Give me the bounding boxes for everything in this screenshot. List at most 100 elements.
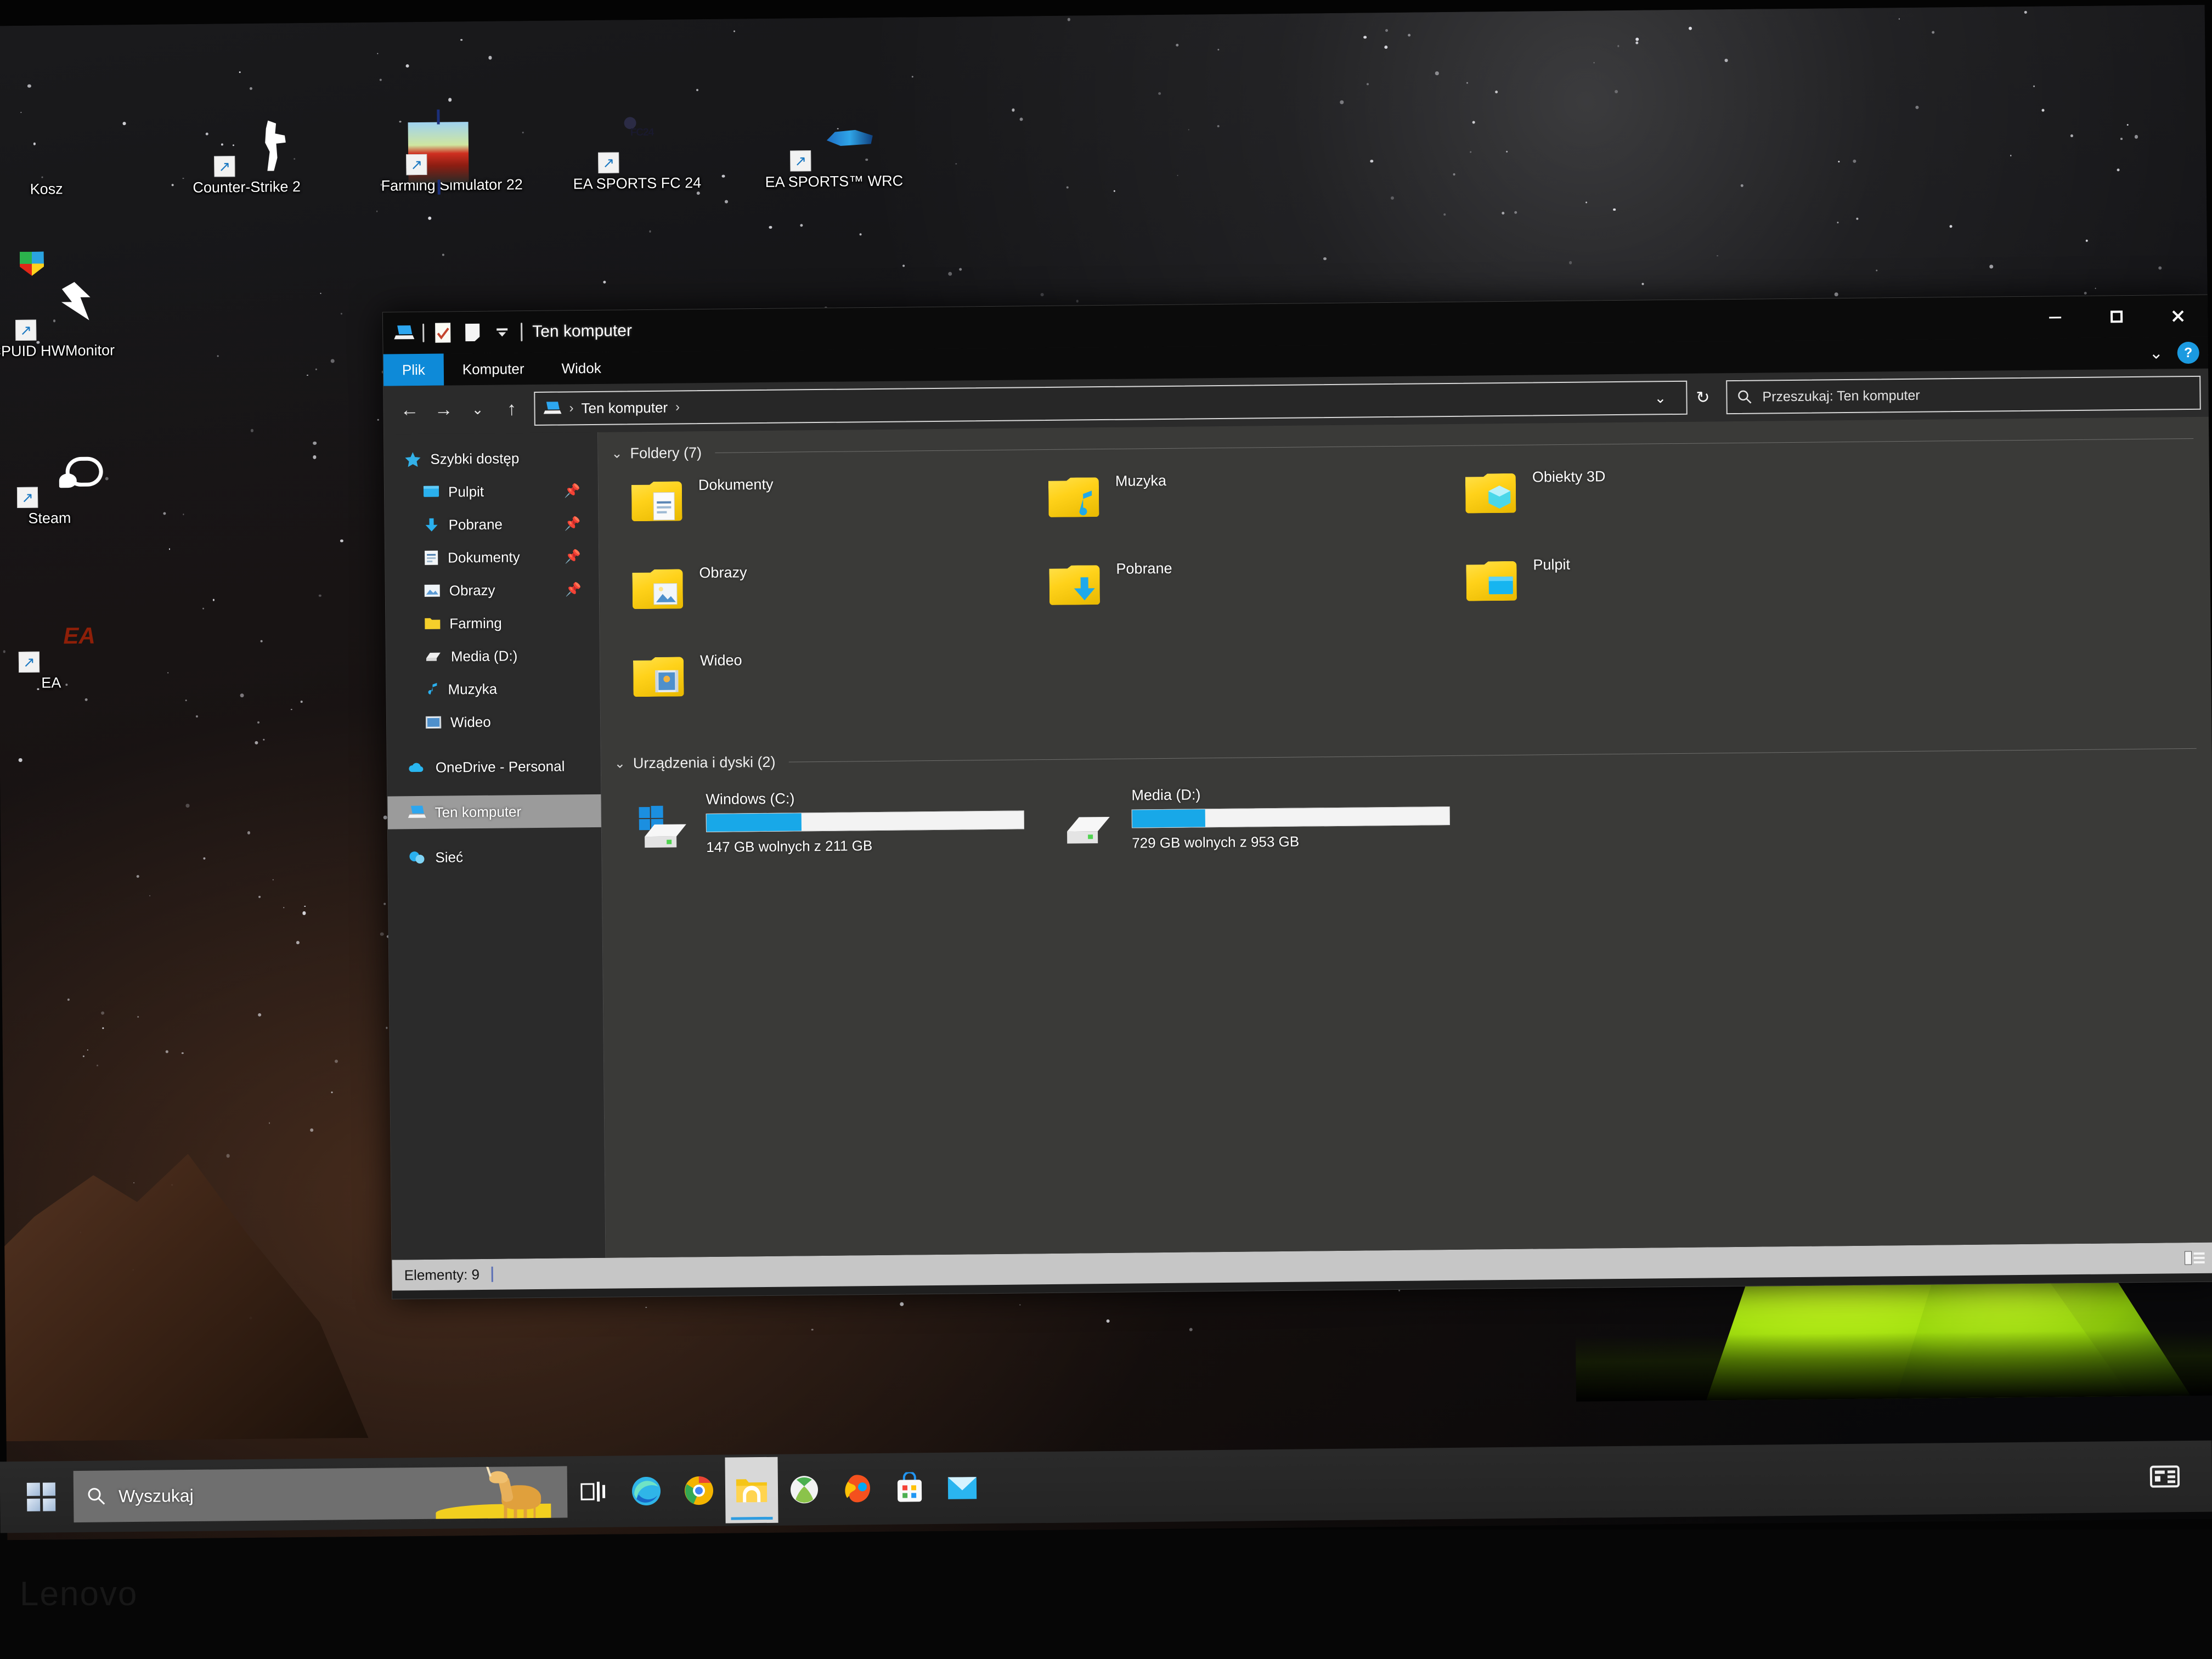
shortcut-arrow-icon: ↗ (16, 487, 38, 509)
downloads-folder-icon (1049, 563, 1102, 610)
laptop-bezel (0, 1530, 2212, 1659)
folder-tile-obiekty-3d[interactable]: Obiekty 3D (1465, 464, 1883, 556)
desktop-icon-recycle-bin[interactable]: Kosz (0, 115, 104, 198)
tab-plik[interactable]: Plik (383, 353, 444, 386)
navpane-item-siec[interactable]: Sieć (388, 839, 602, 874)
pin-icon[interactable]: 📌 (565, 582, 582, 597)
windows-logo-icon (26, 1482, 56, 1511)
properties-icon[interactable] (432, 321, 454, 343)
navpane-item-quick-access[interactable]: Szybki dostęp (384, 441, 598, 476)
forward-button[interactable]: → (426, 392, 461, 427)
taskbar-app-xbox[interactable] (777, 1457, 831, 1523)
desktop-icon (423, 485, 439, 499)
address-bar[interactable]: › Ten komputer › ⌄ (534, 380, 1688, 426)
folder-tile-label: Pulpit (1533, 556, 1571, 573)
pin-icon[interactable]: 📌 (564, 483, 580, 499)
folder-tile-label: Obiekty 3D (1532, 468, 1606, 486)
documents-folder-icon (631, 479, 685, 526)
chevron-down-icon[interactable]: ⌄ (614, 755, 625, 771)
drive-usage-fill (1132, 809, 1205, 828)
navpane-item-farming[interactable]: Farming (386, 606, 600, 641)
navpane-item-label: Pulpit (448, 483, 484, 500)
desktop-icon-ea-app[interactable]: EA ↗ EA (0, 609, 109, 692)
ea-app-icon: EA ↗ (18, 610, 95, 673)
navpane-item-label: Wideo (450, 713, 491, 730)
navpane-item-media-d[interactable]: Media (D:) (386, 639, 600, 674)
desktop-icon-farming-simulator-22[interactable]: ↗ Farming Simulator 22 (380, 109, 523, 195)
taskbar-app-file-explorer[interactable] (725, 1457, 778, 1523)
new-folder-icon[interactable] (461, 321, 483, 343)
group-divider (788, 748, 2197, 763)
downloads-icon (423, 517, 439, 533)
navpane-item-dokumenty[interactable]: Dokumenty 📌 (385, 540, 599, 575)
drive-tile-windows-c[interactable]: Windows (C:) 147 GB wolnych z 211 GB (634, 788, 1024, 856)
customize-chevron-icon[interactable] (491, 321, 513, 343)
taskbar-app-google-chrome[interactable] (672, 1458, 725, 1524)
shortcut-arrow-icon: ↗ (18, 651, 40, 673)
navpane-item-label: Media (D:) (450, 647, 518, 664)
taskbar-app-paint-3d[interactable] (830, 1456, 883, 1522)
navpane-item-wideo[interactable]: Wideo (387, 704, 601, 740)
shortcut-arrow-icon: ↗ (598, 152, 619, 173)
pin-icon[interactable]: 📌 (565, 516, 581, 532)
ribbon-expand-chevron-icon[interactable]: ⌄ (2149, 343, 2163, 363)
desktop-icon-label: EA SPORTS™ WRC (765, 172, 904, 190)
search-icon (1737, 390, 1752, 405)
folder-tile-obrazy[interactable]: Obrazy (632, 560, 1050, 652)
chevron-down-icon[interactable]: ⌄ (611, 445, 622, 461)
folder-tile-muzyka[interactable]: Muzyka (1048, 469, 1466, 560)
navpane-item-ten-komputer[interactable]: Ten komputer (387, 794, 601, 830)
drive-usage-bar (1131, 806, 1450, 828)
breadcrumb-separator-2[interactable]: › (675, 399, 680, 415)
close-button[interactable] (2147, 295, 2209, 337)
maximize-button[interactable] (2086, 296, 2148, 338)
steam-icon: ↗ (16, 445, 80, 509)
group-title: Urządzenia i dyski (2) (633, 753, 776, 772)
group-title: Foldery (7) (630, 444, 702, 462)
desktop-icon-ea-sports-wrc[interactable]: ↗ EA SPORTS™ WRC (764, 108, 903, 191)
start-button[interactable] (9, 1464, 74, 1530)
desktop-icon-ea-sports-fc-24[interactable]: FC24 ↗ EA SPORTS FC 24 (572, 110, 701, 193)
navpane-item-pobrane[interactable]: Pobrane 📌 (385, 507, 599, 542)
folder-tile-dokumenty[interactable]: Dokumenty (631, 472, 1049, 564)
shortcut-arrow-icon: ↗ (406, 154, 427, 176)
navpane-item-label: Ten komputer (435, 803, 522, 821)
tab-label: Widok (561, 359, 601, 376)
folder-tile-wideo[interactable]: Wideo (633, 648, 1051, 740)
folder-tile-pobrane[interactable]: Pobrane (1049, 556, 1467, 648)
navpane-item-obrazy[interactable]: Obrazy 📌 (385, 573, 599, 608)
refresh-button[interactable]: ↻ (1687, 388, 1718, 408)
navpane-item-pulpit[interactable]: Pulpit 📌 (385, 474, 599, 509)
navpane-item-muzyka[interactable]: Muzyka (386, 672, 600, 707)
desktop-icon-label: EA (41, 674, 61, 691)
up-button[interactable]: ↑ (494, 392, 529, 426)
search-input[interactable]: Przeszukaj: Ten komputer (1726, 375, 2201, 415)
tab-widok[interactable]: Widok (543, 352, 620, 384)
task-view-button[interactable] (567, 1459, 620, 1525)
recent-locations-button[interactable]: ⌄ (460, 392, 495, 427)
drive-tile-media-d[interactable]: Media (D:) 729 GB wolnych z 953 GB (1060, 784, 1450, 853)
taskbar-search-box[interactable]: Wyszukaj (73, 1466, 568, 1523)
breadcrumb[interactable]: Ten komputer (581, 399, 668, 417)
news-and-interests-icon[interactable] (2149, 1464, 2181, 1489)
desktop-icon-counter-strike-2[interactable]: ↗ Counter-Strike 2 (188, 114, 304, 196)
details-view-icon[interactable] (2183, 1249, 2205, 1267)
navpane-item-onedrive[interactable]: OneDrive - Personal (387, 749, 601, 785)
taskbar-app-microsoft-edge[interactable] (619, 1458, 673, 1525)
help-icon[interactable]: ? (2177, 341, 2199, 364)
desktop-icon-cpuid-hwmonitor[interactable]: ↗ CPUID HWMonitor (0, 277, 115, 360)
breadcrumb-separator: › (569, 400, 574, 416)
folder-tile-pulpit[interactable]: Pulpit (1466, 552, 1884, 644)
ribbon-right-controls: ⌄ ? (2149, 337, 2199, 369)
minimize-button[interactable] (2024, 296, 2086, 338)
pin-icon[interactable]: 📌 (565, 549, 581, 565)
desktop-icon-label: Steam (28, 510, 71, 527)
desktop-icon-steam[interactable]: ↗ Steam (0, 444, 108, 527)
back-button[interactable]: ← (392, 393, 427, 427)
taskbar-app-microsoft-store[interactable] (883, 1455, 936, 1522)
tab-komputer[interactable]: Komputer (444, 353, 543, 386)
this-pc-icon[interactable] (393, 322, 415, 344)
taskbar-app-mail[interactable] (935, 1455, 989, 1521)
drive-icon (425, 651, 442, 663)
address-dropdown-icon[interactable]: ⌄ (1642, 389, 1678, 407)
